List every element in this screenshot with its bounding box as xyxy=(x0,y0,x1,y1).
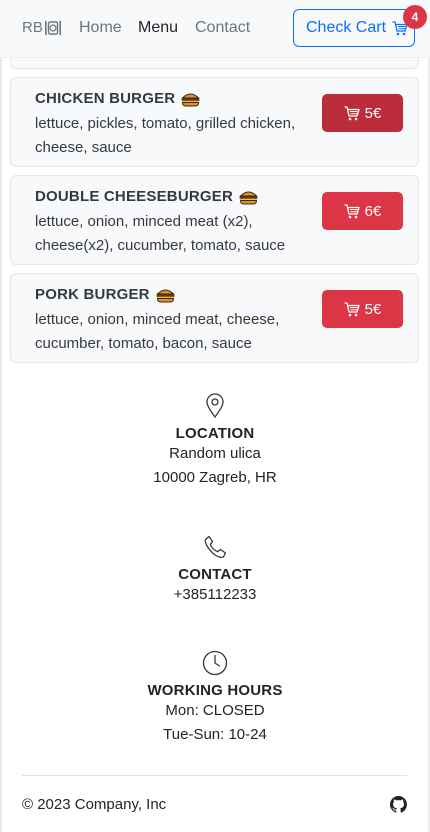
menu-item-name: DOUBLE CHEESEBURGER xyxy=(35,188,233,205)
menu-item-title: CHICKEN BURGER xyxy=(35,90,201,107)
add-to-cart-button[interactable]: 5€ xyxy=(322,94,403,132)
menu-item-name: CHICKEN BURGER xyxy=(35,90,176,107)
brand-logo[interactable]: RB xyxy=(22,19,62,36)
nav-link-menu[interactable]: Menu xyxy=(138,19,178,37)
menu-item-title: PORK BURGER xyxy=(35,286,175,303)
phone-icon xyxy=(204,535,227,559)
add-to-cart-button[interactable]: 5€ xyxy=(322,290,403,328)
check-cart-button[interactable]: Check Cart xyxy=(293,9,415,47)
footer-divider xyxy=(22,775,407,776)
menu-item-description: lettuce, onion, minced meat, cheese, cuc… xyxy=(35,311,280,352)
cart-count-badge: 4 xyxy=(403,5,427,29)
cart-icon xyxy=(344,203,360,218)
clock-icon xyxy=(202,650,228,676)
price-label: 5€ xyxy=(364,104,382,122)
github-link[interactable] xyxy=(390,796,407,818)
price-label: 6€ xyxy=(364,202,382,220)
plate-cutlery-icon xyxy=(44,20,61,35)
menu-card: PORK BURGER lettuce, onion, minced meat,… xyxy=(10,273,419,363)
map-pin-icon xyxy=(206,393,224,419)
menu-item-name: PORK BURGER xyxy=(35,286,150,303)
hours-line: Tue-Sun: 10-24 xyxy=(163,726,267,743)
location-section: LOCATION Random ulica 10000 Zagreb, HR xyxy=(0,393,430,490)
cart-icon xyxy=(344,301,360,316)
price-label: 5€ xyxy=(364,300,382,318)
burger-icon xyxy=(156,289,175,302)
location-street: Random ulica xyxy=(169,445,261,462)
cart-icon xyxy=(344,105,360,120)
location-title: LOCATION xyxy=(175,425,255,442)
nav-link-contact[interactable]: Contact xyxy=(195,19,250,37)
check-cart-label: Check Cart xyxy=(306,19,387,36)
menu-item-title: DOUBLE CHEESEBURGER xyxy=(35,188,258,205)
nav-link-home[interactable]: Home xyxy=(79,19,122,37)
hours-line: Mon: CLOSED xyxy=(165,702,265,719)
menu-item-description: lettuce, pickles, tomato, grilled chicke… xyxy=(35,115,296,156)
contact-section: CONTACT +385112233 xyxy=(0,534,430,607)
burger-icon xyxy=(239,191,258,204)
copyright-text: © 2023 Company, Inc xyxy=(22,796,167,813)
working-hours-section: WORKING HOURS Mon: CLOSED Tue-Sun: 10-24 xyxy=(0,650,430,747)
contact-phone[interactable]: +385112233 xyxy=(0,583,430,607)
contact-title: CONTACT xyxy=(178,566,252,583)
github-icon xyxy=(390,796,407,813)
menu-item-description: lettuce, onion, minced meat (x2), cheese… xyxy=(35,213,286,254)
location-city: 10000 Zagreb, HR xyxy=(153,469,277,486)
menu-card: CHICKEN BURGER lettuce, pickles, tomato,… xyxy=(10,77,419,167)
navbar: RB Home Menu Contact Check Cart 4 xyxy=(0,0,430,58)
brand-text: RB xyxy=(22,19,43,36)
menu-card: DOUBLE CHEESEBURGER lettuce, onion, minc… xyxy=(10,175,419,265)
add-to-cart-button[interactable]: 6€ xyxy=(322,192,403,230)
hours-title: WORKING HOURS xyxy=(147,682,283,699)
burger-icon xyxy=(181,93,201,106)
